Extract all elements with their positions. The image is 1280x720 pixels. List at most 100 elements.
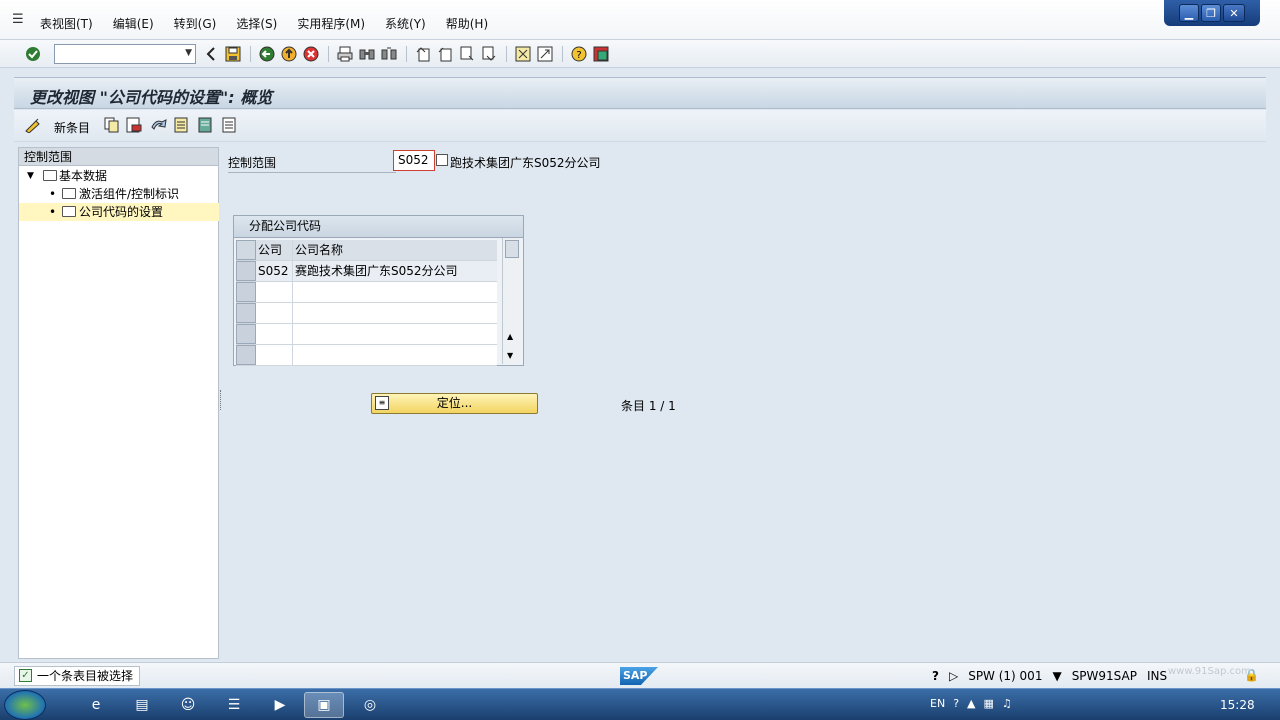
menu-edit[interactable]: 编辑(E)	[113, 15, 154, 32]
command-field[interactable]: ▼	[54, 44, 196, 64]
shortcut-icon[interactable]	[536, 45, 554, 63]
row-selector[interactable]	[236, 261, 256, 281]
cell-empty[interactable]	[256, 282, 293, 302]
menu-system[interactable]: 系统(Y)	[385, 15, 426, 32]
notepad-icon[interactable]: ☰	[214, 692, 254, 718]
network-icon[interactable]: ▦	[984, 697, 994, 710]
assign-company-code-table: 分配公司代码 公司 公司名称 S052 赛跑技术集团广东S052分公司	[233, 215, 524, 366]
new-entries-button[interactable]: 新条目	[54, 119, 90, 136]
status-bar: ✓ 一个条表目被选择 SAP ? ▷ SPW (1) 001 ▼ SPW91SA…	[0, 662, 1280, 688]
screen-title-bar: 更改视图 "公司代码的设置": 概览	[14, 77, 1266, 109]
row-selector[interactable]	[236, 303, 256, 323]
table-row-empty[interactable]	[236, 303, 497, 324]
explorer-icon[interactable]: ▤	[122, 692, 162, 718]
delete-icon[interactable]	[126, 117, 142, 137]
locate-button[interactable]: ≡ 定位...	[371, 393, 538, 414]
next-page-icon[interactable]	[458, 45, 476, 63]
find-icon[interactable]	[358, 45, 376, 63]
tree-item-label: 基本数据	[59, 169, 108, 183]
server-name: SPW91SAP	[1071, 669, 1137, 683]
change-display-icon[interactable]	[24, 117, 42, 137]
layout-menu-icon[interactable]	[592, 45, 610, 63]
system-dropdown-icon[interactable]: ▼	[1052, 669, 1061, 683]
save-icon[interactable]	[224, 45, 242, 63]
back-icon[interactable]	[202, 45, 220, 63]
cell-empty[interactable]	[293, 324, 497, 344]
cell-empty[interactable]	[256, 303, 293, 323]
table-grid: 公司 公司名称 S052 赛跑技术集团广东S052分公司	[236, 240, 497, 366]
row-selector[interactable]	[236, 345, 256, 365]
find-next-icon[interactable]	[380, 45, 398, 63]
controlling-area-field[interactable]: S052	[393, 150, 435, 171]
page-title: 更改视图 "公司代码的设置": 概览	[30, 88, 273, 107]
help-tray-icon[interactable]: ?	[953, 697, 959, 710]
copy-as-icon[interactable]	[104, 117, 120, 137]
column-header-company-name[interactable]: 公司名称	[293, 240, 497, 260]
create-session-icon[interactable]	[514, 45, 532, 63]
value-help-icon[interactable]	[436, 154, 448, 166]
cell-company-name[interactable]: 赛跑技术集团广东S052分公司	[293, 261, 497, 281]
cell-empty[interactable]	[256, 345, 293, 365]
system-help-icon[interactable]: ?	[932, 669, 939, 683]
select-all-cell[interactable]	[236, 240, 256, 260]
select-block-icon[interactable]	[198, 117, 214, 137]
menu-goto[interactable]: 转到(G)	[174, 15, 217, 32]
insert-mode: INS	[1146, 669, 1168, 683]
table-vertical-scrollbar[interactable]: ▲ ▼	[502, 238, 520, 364]
system-client[interactable]: SPW (1) 001	[968, 669, 1042, 683]
table-row-empty[interactable]	[236, 324, 497, 345]
back-nav-icon[interactable]	[258, 45, 276, 63]
tree-item-activate-components[interactable]: • 激活组件/控制标识	[19, 185, 219, 203]
menu-help[interactable]: 帮助(H)	[446, 15, 488, 32]
undo-change-icon[interactable]	[150, 117, 168, 137]
menu-utilities[interactable]: 实用程序(M)	[297, 15, 365, 32]
scrollbar-thumb[interactable]	[505, 240, 519, 258]
deselect-all-icon[interactable]	[222, 117, 238, 137]
last-page-icon[interactable]	[480, 45, 498, 63]
menu-system-icon[interactable]: ☰	[12, 12, 28, 27]
scroll-down-icon[interactable]: ▼	[507, 351, 513, 360]
start-button[interactable]	[4, 690, 46, 720]
tree-item-basic-data[interactable]: ▼ 基本数据	[19, 167, 219, 185]
cell-empty[interactable]	[293, 345, 497, 365]
tree-item-company-code-settings[interactable]: • 公司代码的设置	[19, 203, 219, 221]
taskbar-clock[interactable]: 15:28	[1220, 698, 1255, 712]
expand-status-icon[interactable]: ▷	[949, 669, 958, 683]
column-header-company[interactable]: 公司	[256, 240, 293, 260]
tray-arrow-icon[interactable]: ▲	[967, 697, 975, 710]
row-selector[interactable]	[236, 324, 256, 344]
ie-icon[interactable]: e	[76, 692, 116, 718]
cell-empty[interactable]	[256, 324, 293, 344]
help-icon[interactable]: ?	[570, 45, 588, 63]
cell-empty[interactable]	[293, 303, 497, 323]
scroll-up-icon[interactable]: ▲	[507, 332, 513, 341]
menu-table-view[interactable]: 表视图(T)	[40, 15, 93, 32]
table-row-empty[interactable]	[236, 345, 497, 366]
toolbar-separator	[328, 46, 329, 62]
minimize-icon[interactable]: ▁	[1179, 4, 1199, 22]
table-row-empty[interactable]	[236, 282, 497, 303]
splitter-handle[interactable]	[220, 390, 222, 410]
close-icon[interactable]: ✕	[1223, 4, 1245, 22]
language-indicator[interactable]: EN	[930, 697, 945, 710]
chrome-icon[interactable]: ◎	[350, 692, 390, 718]
prev-page-icon[interactable]	[436, 45, 454, 63]
cell-company-code[interactable]: S052	[256, 261, 293, 281]
enter-icon[interactable]	[24, 45, 42, 63]
menu-selection[interactable]: 选择(S)	[236, 15, 277, 32]
print-icon[interactable]	[336, 45, 354, 63]
exit-icon[interactable]	[280, 45, 298, 63]
media-player-icon[interactable]: ▶	[260, 692, 300, 718]
chevron-down-icon[interactable]: ▼	[185, 48, 192, 58]
volume-icon[interactable]: ♫	[1002, 697, 1012, 710]
cell-empty[interactable]	[293, 282, 497, 302]
row-selector[interactable]	[236, 282, 256, 302]
first-page-icon[interactable]	[414, 45, 432, 63]
qq-icon[interactable]: ☺	[168, 692, 208, 718]
expand-triangle-icon[interactable]: ▼	[27, 167, 34, 185]
select-all-icon[interactable]	[174, 117, 190, 137]
table-row[interactable]: S052 赛跑技术集团广东S052分公司	[236, 261, 497, 282]
cancel-icon[interactable]	[302, 45, 320, 63]
restore-icon[interactable]: ❐	[1201, 4, 1221, 22]
sap-gui-taskbar-icon[interactable]: ▣	[304, 692, 344, 718]
